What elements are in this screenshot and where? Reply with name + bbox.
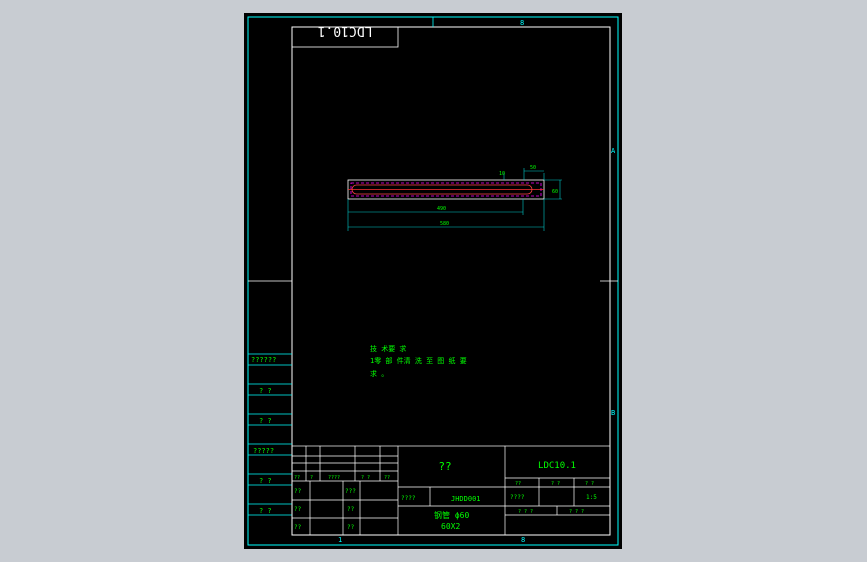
dim-total-length: 580 [440,221,449,227]
scale-header-3: ? ? [585,481,594,487]
change-col-4: ? ? [361,475,370,481]
sheet-number: ? ? ? [569,509,584,515]
cad-drawing: 8 1 8 A B LDC10.1 10 50 60 490 580 技 术要 … [247,16,619,546]
dimensions [347,168,562,231]
change-col-3: ???? [328,475,340,481]
part-name: 钢管 ϕ60 [434,510,469,520]
change-col-1: ?? [294,475,300,481]
material-value: JHDD001 [451,495,481,503]
change-col-2: ? [310,475,313,481]
left-col-5: ? ? [259,477,272,485]
change-col-5: ?? [384,475,390,481]
weight-label: ???? [510,494,525,501]
left-col-3: ? ? [259,417,272,425]
left-col-1: ?????? [251,356,276,364]
scale-header-1: ?? [515,481,521,487]
drawing-name: ?? [438,460,451,473]
inner-frame [291,26,611,536]
mirror-title: LDC10.1 [318,23,373,38]
date-label-1: ??? [345,488,356,495]
sign-label-3: ?? [294,524,302,531]
side-ref-b: B [611,409,615,417]
scale-value: 1:5 [586,494,597,501]
tech-note-title: 技 术要 求 [370,344,406,353]
tube-part [347,179,545,200]
date-label-3: ?? [347,524,355,531]
dim-top-small: 10 [499,171,505,177]
spec: 60X2 [441,522,460,531]
bottom-ref-left: 1 [338,536,342,544]
dim-height: 60 [552,189,558,195]
tech-note-line-2: 求 。 [370,369,388,378]
dim-inner-length: 490 [437,206,446,212]
left-col-2: ? ? [259,387,272,395]
sheet-count: ? ? ? [518,509,533,515]
dim-top-right: 50 [530,165,536,171]
side-ref-a: A [611,147,616,155]
left-column-grid [248,353,292,516]
top-ref-mid: 8 [520,19,524,27]
sign-label-2: ?? [294,506,302,513]
date-label-2: ?? [347,506,355,513]
left-col-4: ????? [253,447,274,455]
bottom-ref-mid: 8 [521,536,525,544]
material-label: ???? [401,495,416,502]
drawing-sheet: 8 1 8 A B LDC10.1 10 50 60 490 580 技 术要 … [244,13,622,549]
tech-note-line-1: 1零 部 件清 洗 至 图 纸 要 [370,356,467,365]
scale-header-2: ? ? [551,481,560,487]
left-col-6: ? ? [259,507,272,515]
sign-label-1: ?? [294,488,302,495]
drawing-code: LDC10.1 [538,461,576,471]
